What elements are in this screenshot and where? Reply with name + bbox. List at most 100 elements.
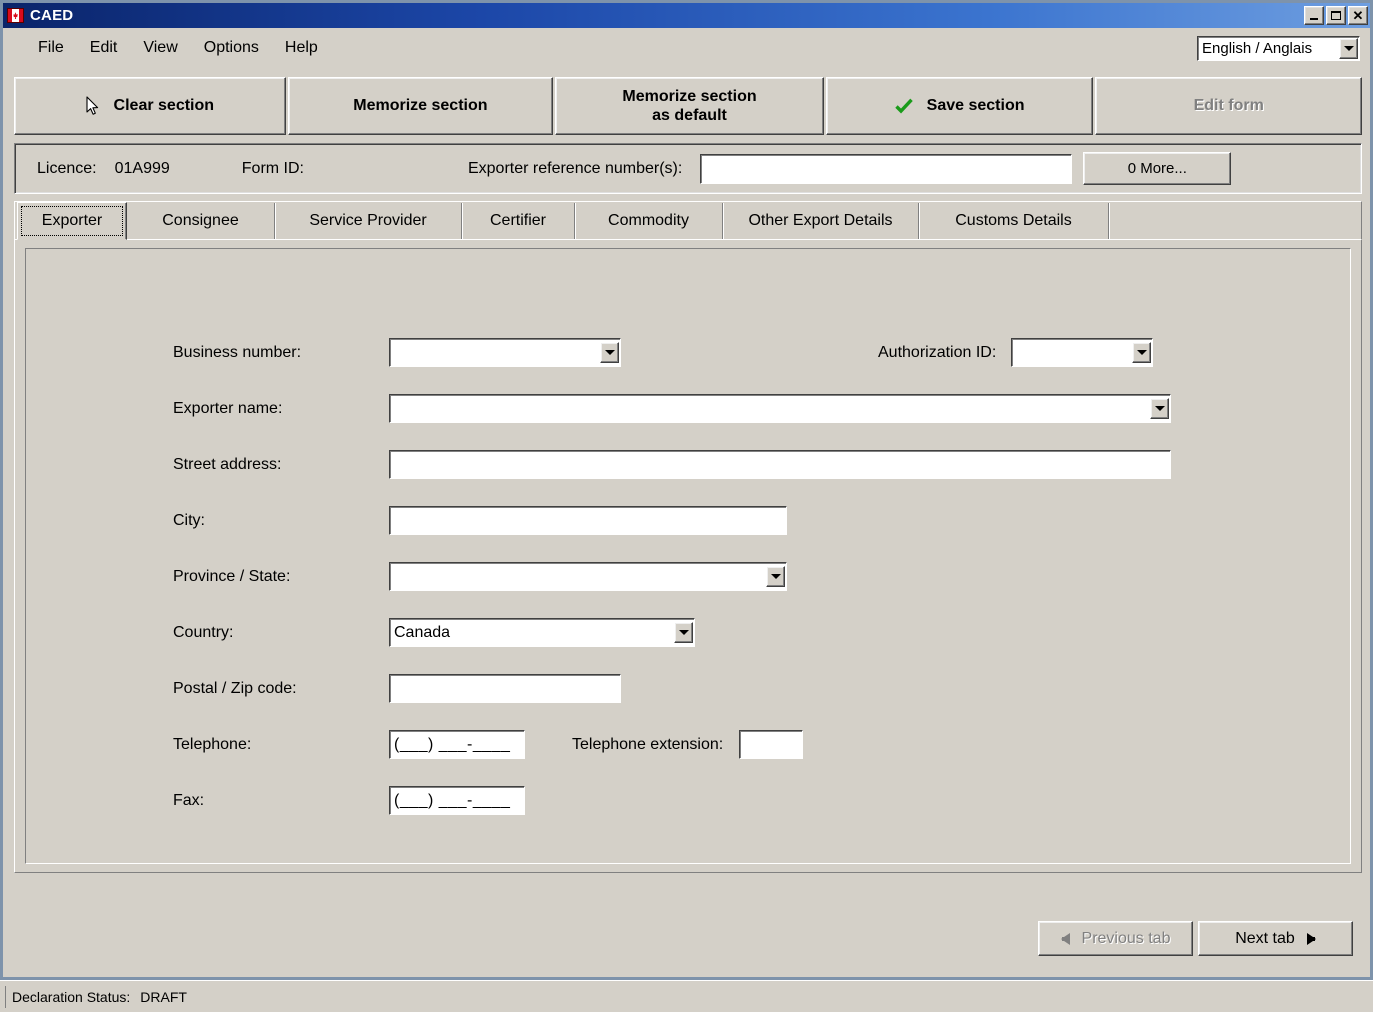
edit-form-label: Edit form	[1193, 97, 1264, 115]
close-button[interactable]: ✕	[1348, 6, 1368, 25]
chevron-down-icon[interactable]	[766, 566, 785, 587]
field-exporter-name: Exporter name:	[173, 394, 1171, 423]
language-select[interactable]: English / Anglais	[1197, 36, 1360, 61]
close-icon: ✕	[1352, 8, 1364, 23]
postal-zip-input[interactable]	[389, 674, 621, 703]
exporter-name-label: Exporter name:	[173, 399, 283, 417]
tab-consignee-label: Consignee	[162, 212, 239, 229]
tab-other-export-details[interactable]: Other Export Details	[723, 203, 919, 239]
clear-section-label: Clear section	[113, 97, 215, 115]
chevron-down-icon[interactable]	[600, 342, 619, 363]
application-window: CAED ✕ File Edit View Options Help Engli…	[0, 0, 1373, 1012]
minimize-icon	[1310, 17, 1318, 20]
business-number-combobox[interactable]	[389, 338, 621, 367]
street-address-label: Street address:	[173, 455, 282, 473]
telephone-input[interactable]: (___) ___-____	[389, 730, 525, 759]
declaration-status-panel: Declaration Status: DRAFT	[5, 985, 193, 1008]
window-title: CAED	[30, 7, 74, 24]
chevron-down-icon[interactable]	[674, 622, 693, 643]
canada-flag-icon	[7, 8, 24, 23]
title-bar: CAED ✕	[3, 3, 1370, 28]
maximize-button[interactable]	[1326, 6, 1346, 25]
menu-item-edit[interactable]: Edit	[77, 36, 131, 60]
tab-exporter-label: Exporter	[41, 212, 103, 229]
maximize-icon	[1331, 11, 1341, 20]
authorization-id-label: Authorization ID:	[878, 343, 997, 361]
next-tab-label: Next tab	[1235, 929, 1295, 947]
memorize-section-label: Memorize section	[353, 97, 488, 115]
field-postal-zip: Postal / Zip code:	[173, 674, 621, 703]
tab-service-provider-label: Service Provider	[309, 212, 427, 229]
chevron-down-icon[interactable]	[1132, 342, 1152, 363]
exporter-form: Business number: Authorization ID: Expor…	[25, 248, 1351, 864]
previous-tab-label: Previous tab	[1081, 929, 1171, 947]
business-number-label: Business number:	[173, 343, 302, 361]
fax-input[interactable]: (___) ___-____	[389, 786, 525, 815]
menu-item-help[interactable]: Help	[272, 36, 331, 60]
tab-customs-details-label: Customs Details	[955, 212, 1072, 229]
authorization-id-combobox[interactable]	[1011, 338, 1154, 367]
tab-certifier[interactable]: Certifier	[462, 203, 575, 239]
language-select-value: English / Anglais	[1202, 40, 1313, 57]
window-controls: ✕	[1304, 6, 1368, 25]
edit-form-button[interactable]: Edit form	[1095, 77, 1362, 135]
exporter-name-combobox[interactable]	[389, 394, 1171, 423]
arrow-right-icon	[1306, 932, 1316, 945]
memorize-default-label-line1: Memorize section	[622, 87, 757, 105]
save-section-label: Save section	[926, 97, 1025, 115]
field-street-address: Street address:	[173, 450, 1171, 479]
memorize-section-button[interactable]: Memorize section	[287, 77, 554, 135]
menu-item-view[interactable]: View	[130, 36, 190, 60]
memorize-section-as-default-button[interactable]: Memorize section as default	[555, 77, 824, 135]
fax-label: Fax:	[173, 791, 205, 809]
menu-bar: File Edit View Options Help English / An…	[3, 28, 1370, 67]
country-value: Canada	[394, 623, 451, 641]
tab-control: Exporter Consignee Service Provider Cert…	[14, 201, 1362, 966]
field-province-state: Province / State:	[173, 562, 787, 591]
postal-zip-label: Postal / Zip code:	[173, 679, 297, 697]
province-state-combobox[interactable]	[389, 562, 787, 591]
chevron-down-icon[interactable]	[1150, 398, 1169, 419]
exporter-reference-input[interactable]	[700, 153, 1073, 184]
street-address-input[interactable]	[389, 450, 1171, 479]
telephone-extension-input[interactable]	[739, 730, 804, 759]
tab-strip-filler	[1109, 203, 1361, 239]
chevron-down-icon[interactable]	[1339, 38, 1358, 59]
tab-customs-details[interactable]: Customs Details	[919, 203, 1109, 239]
more-button[interactable]: 0 More...	[1083, 152, 1232, 185]
mouse-cursor-icon	[85, 96, 100, 116]
menu-item-file[interactable]: File	[25, 36, 77, 60]
tab-panel-exporter: Business number: Authorization ID: Expor…	[14, 239, 1362, 873]
previous-tab-button[interactable]: Previous tab	[1038, 921, 1193, 956]
tab-exporter[interactable]: Exporter	[17, 202, 127, 240]
field-fax: Fax: (___) ___-____	[173, 786, 525, 815]
tab-navigation: Previous tab Next tab	[1038, 921, 1353, 956]
minimize-button[interactable]	[1304, 6, 1324, 25]
green-check-icon	[894, 98, 913, 114]
client-area: Clear section Memorize section Memorize …	[3, 67, 1370, 977]
telephone-extension-label: Telephone extension:	[572, 735, 724, 753]
title-bar-left: CAED	[7, 7, 1304, 24]
city-input[interactable]	[389, 506, 787, 535]
memorize-default-label-line2: as default	[652, 107, 727, 124]
next-tab-button[interactable]: Next tab	[1198, 921, 1353, 956]
field-business-number: Business number:	[173, 338, 621, 367]
licence-label: Licence:	[37, 159, 97, 177]
city-label: City:	[173, 511, 205, 529]
declaration-status-label: Declaration Status:	[12, 988, 131, 1005]
tab-service-provider[interactable]: Service Provider	[275, 203, 462, 239]
more-button-label: 0 More...	[1127, 160, 1187, 177]
tab-consignee[interactable]: Consignee	[127, 203, 275, 239]
country-combobox[interactable]: Canada	[389, 618, 695, 647]
tab-commodity[interactable]: Commodity	[575, 203, 723, 239]
tab-certifier-label: Certifier	[489, 212, 546, 229]
telephone-label: Telephone:	[173, 735, 252, 753]
clear-section-button[interactable]: Clear section	[14, 77, 286, 135]
tab-other-export-details-label: Other Export Details	[748, 212, 893, 229]
field-telephone: Telephone: (___) ___-____ Telephone exte…	[173, 730, 804, 759]
save-section-button[interactable]: Save section	[825, 77, 1094, 135]
status-bar: Declaration Status: DRAFT	[0, 980, 1373, 1012]
toolbar: Clear section Memorize section Memorize …	[14, 77, 1362, 135]
form-id-label: Form ID:	[241, 159, 304, 177]
menu-item-options[interactable]: Options	[191, 36, 272, 60]
